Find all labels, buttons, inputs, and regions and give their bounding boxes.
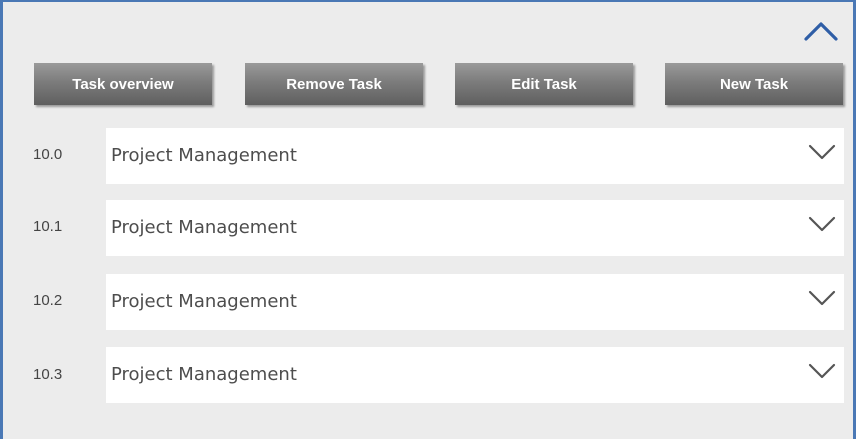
collapse-panel-button[interactable] xyxy=(801,18,841,44)
task-name: Project Management xyxy=(111,291,297,312)
task-number: 10.0 xyxy=(33,146,63,163)
task-row[interactable]: Project Management xyxy=(106,274,844,330)
task-number: 10.1 xyxy=(33,218,63,235)
task-row[interactable]: Project Management xyxy=(106,347,844,403)
task-overview-button[interactable]: Task overview xyxy=(34,63,212,105)
task-row[interactable]: Project Management xyxy=(106,200,844,256)
task-number: 10.2 xyxy=(33,292,63,309)
task-panel: Task overview Remove Task Edit Task New … xyxy=(0,0,856,439)
chevron-down-icon[interactable] xyxy=(808,215,836,233)
task-name: Project Management xyxy=(111,217,297,238)
chevron-down-icon[interactable] xyxy=(808,143,836,161)
chevron-up-icon xyxy=(804,22,838,41)
new-task-button[interactable]: New Task xyxy=(665,63,843,105)
chevron-down-icon[interactable] xyxy=(808,289,836,307)
remove-task-button[interactable]: Remove Task xyxy=(245,63,423,105)
chevron-down-icon[interactable] xyxy=(808,362,836,380)
task-name: Project Management xyxy=(111,364,297,385)
task-row[interactable]: Project Management xyxy=(106,128,844,184)
task-number: 10.3 xyxy=(33,366,63,383)
edit-task-button[interactable]: Edit Task xyxy=(455,63,633,105)
task-name: Project Management xyxy=(111,145,297,166)
